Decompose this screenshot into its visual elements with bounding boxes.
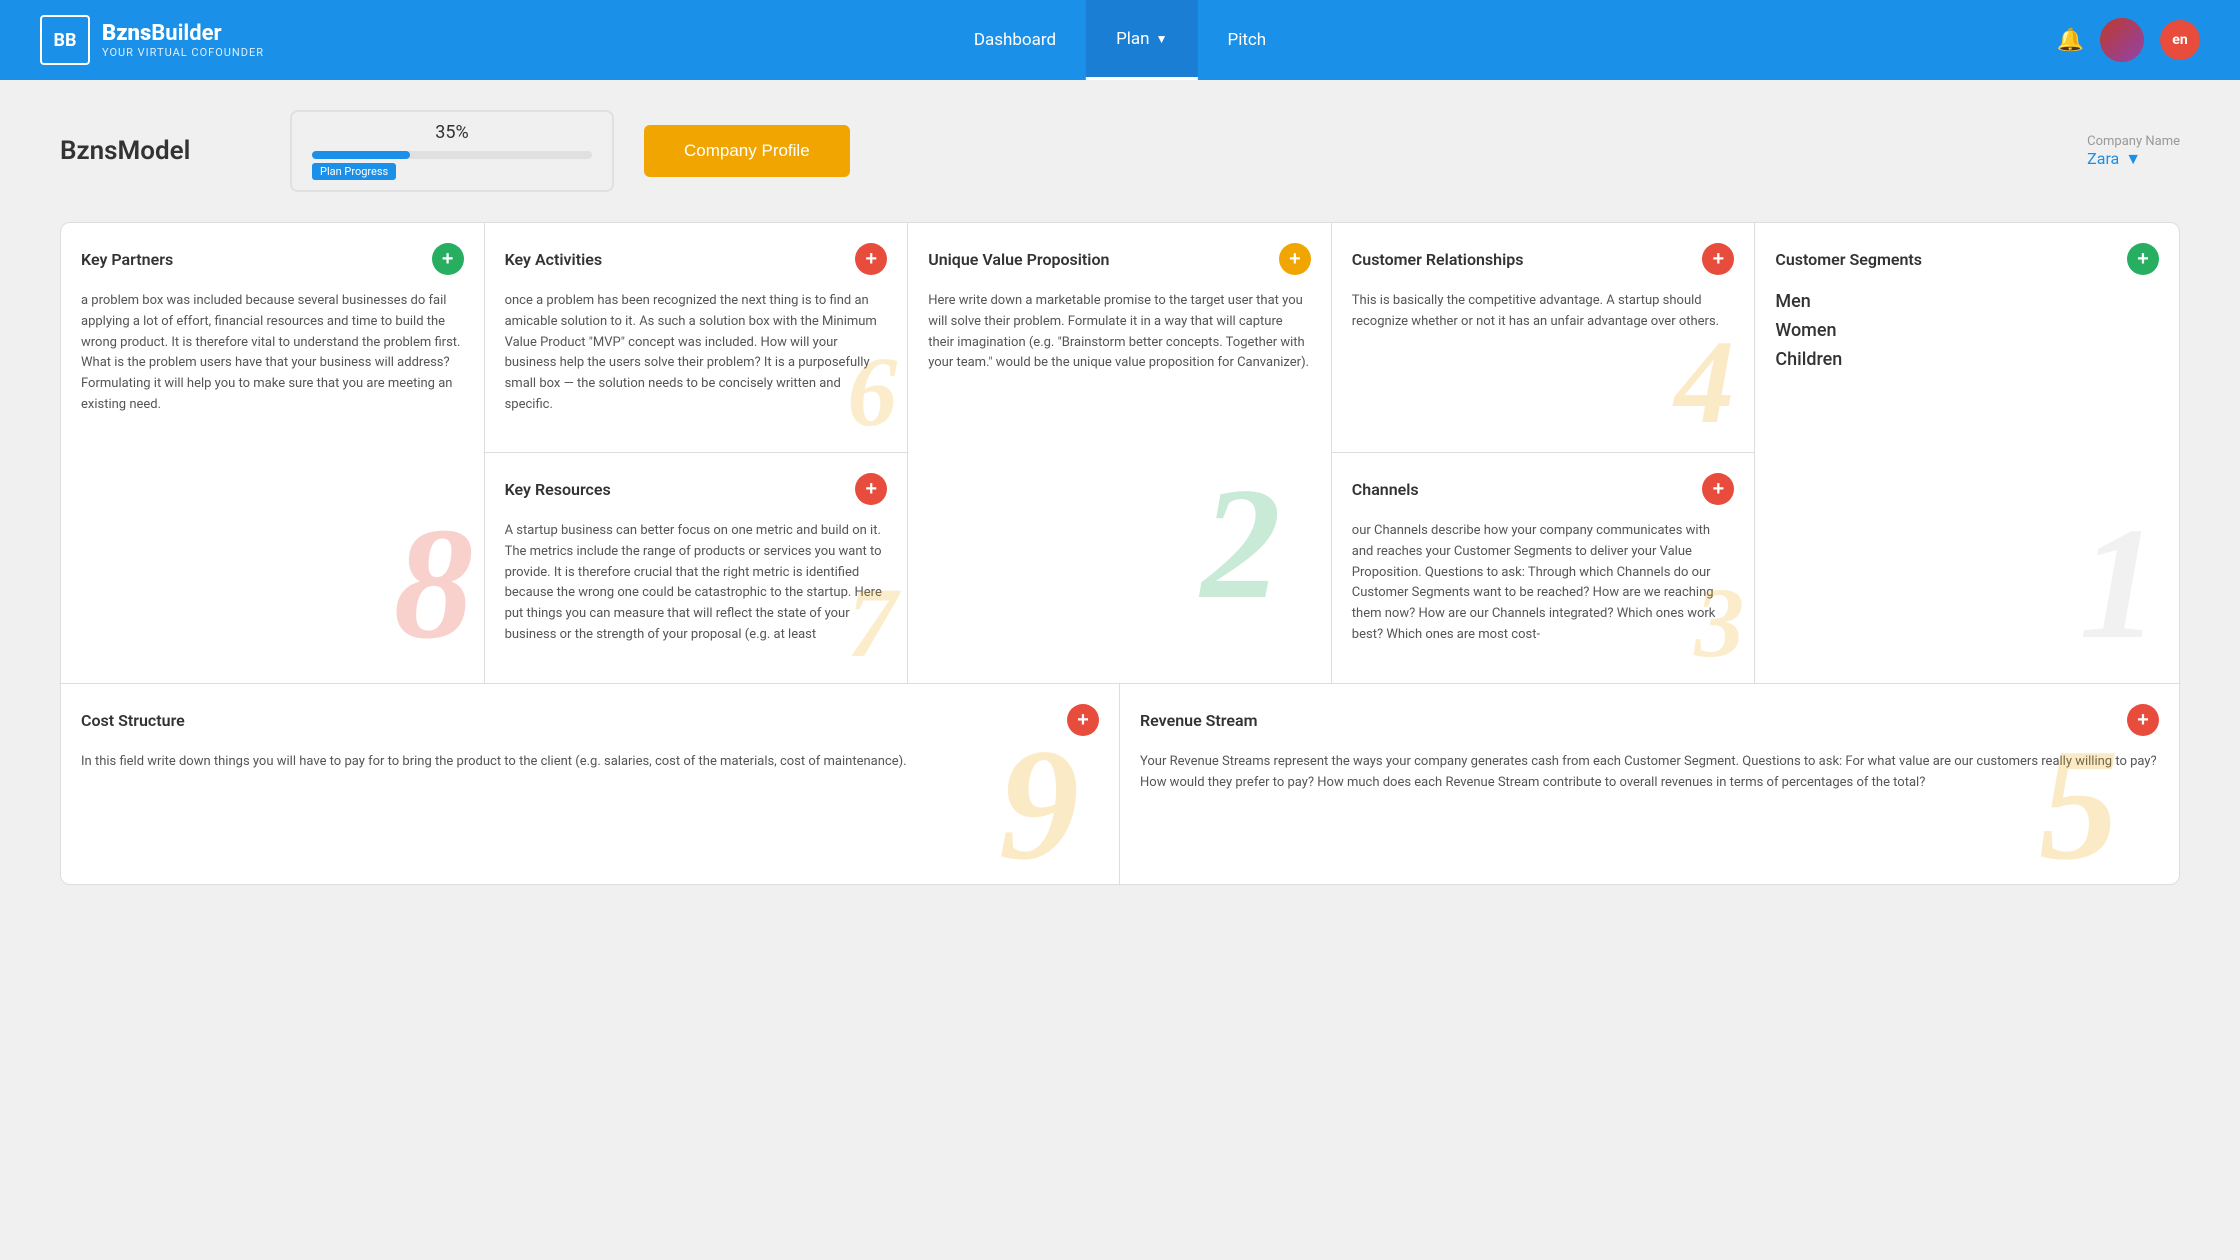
- revenue-stream-watermark: 5: [2039, 724, 2119, 884]
- progress-bar-fill: [312, 151, 410, 159]
- cost-structure-watermark: 9: [999, 724, 1079, 884]
- chevron-down-icon: ▼: [1156, 32, 1168, 46]
- brand-subtitle: YOUR VIRTUAL COFOUNDER: [102, 46, 264, 59]
- unique-value-title: Unique Value Proposition: [928, 250, 1109, 269]
- navbar: BB BznsBuilder YOUR VIRTUAL COFOUNDER Da…: [0, 0, 2240, 80]
- key-resources-add-button[interactable]: +: [855, 473, 887, 505]
- progress-bar-container: [312, 151, 592, 159]
- brand-name: BznsBuilder: [102, 21, 264, 46]
- company-profile-button[interactable]: Company Profile: [644, 125, 850, 177]
- unique-value-cell: Unique Value Proposition + Here write do…: [908, 223, 1332, 683]
- channels-cell: Channels + our Channels describe how you…: [1332, 453, 1755, 683]
- customer-relationships-header: Customer Relationships +: [1352, 243, 1735, 275]
- key-activities-title: Key Activities: [505, 250, 602, 269]
- segment-women: Women: [1775, 320, 2159, 341]
- revenue-stream-title: Revenue Stream: [1140, 711, 1258, 730]
- language-button[interactable]: en: [2160, 20, 2200, 60]
- cost-structure-cell: Cost Structure + In this field write dow…: [61, 684, 1120, 884]
- notification-icon[interactable]: 🔔: [2057, 28, 2084, 53]
- nav-dashboard[interactable]: Dashboard: [944, 0, 1086, 80]
- segment-men: Men: [1775, 291, 2159, 312]
- unique-value-add-button[interactable]: +: [1279, 243, 1311, 275]
- channels-add-button[interactable]: +: [1702, 473, 1734, 505]
- company-name-label: Company Name: [2087, 134, 2180, 149]
- logo-icon: BB: [40, 15, 90, 65]
- revenue-stream-text: Your Revenue Streams represent the ways …: [1140, 752, 2159, 794]
- canvas: Key Partners + a problem box was include…: [60, 222, 2180, 885]
- customer-relationships-watermark: 4: [1674, 322, 1734, 442]
- chevron-down-icon: ▼: [2125, 149, 2141, 169]
- progress-label: Plan Progress: [312, 163, 396, 180]
- key-partners-header: Key Partners +: [81, 243, 464, 275]
- logo-text: BznsBuilder YOUR VIRTUAL COFOUNDER: [102, 21, 264, 59]
- canvas-main-grid: Key Partners + a problem box was include…: [61, 223, 2179, 684]
- top-bar: BznsModel 35% Plan Progress Company Prof…: [60, 110, 2180, 192]
- segment-list: Men Women Children: [1775, 291, 2159, 370]
- key-partners-cell: Key Partners + a problem box was include…: [61, 223, 485, 683]
- cost-structure-text: In this field write down things you will…: [81, 752, 1099, 773]
- page-title: BznsModel: [60, 136, 260, 166]
- customer-segments-watermark: 1: [2079, 503, 2159, 663]
- customer-relationships-channels-column: Customer Relationships + This is basical…: [1332, 223, 1756, 683]
- navbar-right: 🔔 en: [2057, 18, 2200, 62]
- key-partners-add-button[interactable]: +: [432, 243, 464, 275]
- customer-segments-cell: Customer Segments + Men Women Children 1: [1755, 223, 2179, 683]
- unique-value-watermark: 2: [1201, 463, 1281, 623]
- main-content: BznsModel 35% Plan Progress Company Prof…: [0, 80, 2240, 915]
- customer-relationships-add-button[interactable]: +: [1702, 243, 1734, 275]
- key-resources-text: A startup business can better focus on o…: [505, 521, 888, 646]
- revenue-stream-cell: Revenue Stream + Your Revenue Streams re…: [1120, 684, 2179, 884]
- cost-structure-add-button[interactable]: +: [1067, 704, 1099, 736]
- key-activities-cell: Key Activities + once a problem has been…: [485, 223, 908, 453]
- key-resources-title: Key Resources: [505, 480, 611, 499]
- company-name-dropdown[interactable]: Zara ▼: [2087, 149, 2180, 169]
- cost-structure-header: Cost Structure +: [81, 704, 1099, 736]
- segment-children: Children: [1775, 349, 2159, 370]
- progress-percent: 35%: [312, 122, 592, 143]
- unique-value-header: Unique Value Proposition +: [928, 243, 1311, 275]
- plan-progress-box: 35% Plan Progress: [290, 110, 614, 192]
- avatar[interactable]: [2100, 18, 2144, 62]
- channels-header: Channels +: [1352, 473, 1735, 505]
- canvas-bottom-grid: Cost Structure + In this field write dow…: [61, 684, 2179, 884]
- key-partners-watermark: 8: [394, 503, 474, 663]
- customer-relationships-title: Customer Relationships: [1352, 250, 1524, 269]
- cost-structure-title: Cost Structure: [81, 711, 185, 730]
- unique-value-text: Here write down a marketable promise to …: [928, 291, 1311, 374]
- activities-resources-column: Key Activities + once a problem has been…: [485, 223, 909, 683]
- revenue-stream-add-button[interactable]: +: [2127, 704, 2159, 736]
- nav-pitch[interactable]: Pitch: [1197, 0, 1296, 80]
- customer-relationships-cell: Customer Relationships + This is basical…: [1332, 223, 1755, 453]
- nav-menu: Dashboard Plan ▼ Pitch: [944, 0, 1296, 80]
- key-activities-add-button[interactable]: +: [855, 243, 887, 275]
- revenue-stream-header: Revenue Stream +: [1140, 704, 2159, 736]
- avatar-image: [2100, 18, 2144, 62]
- key-activities-header: Key Activities +: [505, 243, 888, 275]
- key-activities-text: once a problem has been recognized the n…: [505, 291, 888, 416]
- logo: BB BznsBuilder YOUR VIRTUAL COFOUNDER: [40, 15, 264, 65]
- key-resources-header: Key Resources +: [505, 473, 888, 505]
- customer-segments-header: Customer Segments +: [1775, 243, 2159, 275]
- company-name-section: Company Name Zara ▼: [2087, 134, 2180, 169]
- key-partners-text: a problem box was included because sever…: [81, 291, 464, 416]
- customer-segments-title: Customer Segments: [1775, 250, 1922, 269]
- customer-relationships-text: This is basically the competitive advant…: [1352, 291, 1735, 333]
- channels-title: Channels: [1352, 480, 1419, 499]
- key-resources-cell: Key Resources + A startup business can b…: [485, 453, 908, 683]
- key-partners-title: Key Partners: [81, 250, 173, 269]
- customer-segments-add-button[interactable]: +: [2127, 243, 2159, 275]
- nav-plan[interactable]: Plan ▼: [1086, 0, 1197, 80]
- channels-text: our Channels describe how your company c…: [1352, 521, 1735, 646]
